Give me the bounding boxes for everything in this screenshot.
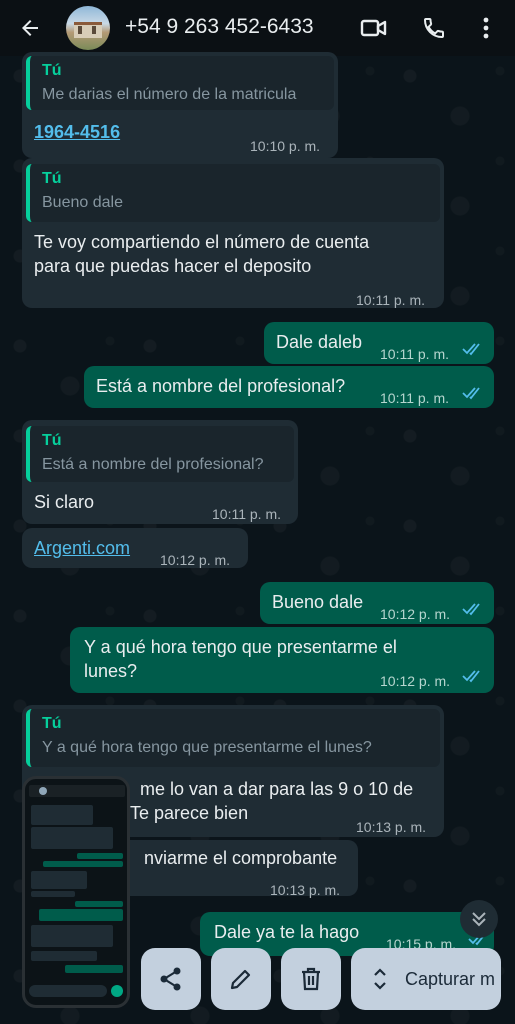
more-vert-icon[interactable]	[472, 14, 500, 42]
message-time: 10:12 p. m.	[380, 673, 451, 689]
message-text: Bueno dale	[272, 592, 364, 612]
message-time: 10:11 p. m.	[212, 506, 282, 522]
read-ticks-icon	[462, 343, 480, 356]
quote-text: Me darias el número de la matricula	[42, 86, 297, 103]
quote-text: Bueno dale	[42, 194, 123, 211]
delete-button[interactable]	[281, 948, 341, 1010]
phone-number-link[interactable]: 1964-4516	[34, 120, 120, 144]
quote-text: Está a nombre del profesional?	[42, 456, 264, 473]
message-time: 10:13 p. m.	[356, 819, 427, 835]
quoted-message[interactable]: Tú Está a nombre del profesional?	[26, 426, 294, 482]
message-text: Te parece bien	[130, 803, 249, 823]
message-incoming[interactable]: Tú Bueno dale Te voy compartiendo el núm…	[22, 158, 444, 308]
message-time: 10:11 p. m.	[380, 390, 450, 406]
message-outgoing[interactable]: Y a qué hora tengo que presentarme el lu…	[70, 627, 494, 693]
message-time: 10:12 p. m.	[160, 552, 231, 568]
message-time: 10:12 p. m.	[380, 606, 451, 622]
quote-author: Tú	[42, 170, 62, 187]
quoted-message[interactable]: Tú Me darias el número de la matricula	[26, 56, 334, 110]
message-text: para que puedas hacer el deposito	[34, 256, 312, 276]
contact-name[interactable]: +54 9 263 452-6433	[125, 15, 314, 39]
share-button[interactable]	[141, 948, 201, 1010]
screenshot-preview-thumbnail[interactable]	[22, 776, 130, 1008]
message-incoming[interactable]: Tú Está a nombre del profesional? Si cla…	[22, 420, 298, 524]
message-time: 10:11 p. m.	[380, 346, 450, 362]
capture-more-button[interactable]: Capturar m	[351, 948, 501, 1010]
phone-call-icon[interactable]	[420, 14, 448, 42]
message-outgoing[interactable]: Dale daleb 10:11 p. m.	[264, 322, 494, 364]
expand-vertical-icon	[374, 968, 386, 990]
message-outgoing[interactable]: Bueno dale 10:12 p. m.	[260, 582, 494, 624]
pencil-icon	[230, 969, 251, 990]
share-icon	[160, 967, 181, 991]
trash-icon	[302, 967, 320, 991]
message-outgoing[interactable]: Está a nombre del profesional? 10:11 p. …	[84, 366, 494, 408]
back-arrow-icon[interactable]	[16, 14, 44, 42]
message-text: Y a qué hora tengo que presentarme el	[84, 637, 397, 657]
quote-author: Tú	[42, 715, 62, 732]
quoted-message[interactable]: Tú Bueno dale	[26, 164, 440, 222]
message-text: Te voy compartiendo el número de cuenta	[34, 232, 370, 252]
read-ticks-icon	[462, 387, 480, 400]
quoted-message[interactable]: Tú Y a qué hora tengo que presentarme el…	[26, 709, 440, 767]
message-text: me lo van a dar para las 9 o 10 de	[140, 779, 414, 799]
message-incoming[interactable]: Argenti.com 10:12 p. m.	[22, 528, 248, 568]
message-time: 10:11 p. m.	[356, 292, 426, 308]
avatar[interactable]	[66, 6, 110, 50]
edit-button[interactable]	[211, 948, 271, 1010]
message-text: Está a nombre del profesional?	[96, 376, 346, 396]
message-text: Si claro	[34, 492, 95, 512]
message-text: Dale daleb	[276, 332, 363, 352]
read-ticks-icon	[462, 603, 480, 616]
quote-text: Y a qué hora tengo que presentarme el lu…	[42, 739, 372, 756]
chat-header: +54 9 263 452-6433	[0, 0, 515, 56]
read-ticks-icon	[462, 670, 480, 683]
capture-more-label: Capturar m	[405, 968, 496, 989]
scroll-to-bottom-button[interactable]	[460, 900, 498, 938]
message-time: 10:13 p. m.	[270, 882, 341, 898]
quote-author: Tú	[42, 432, 62, 449]
website-link[interactable]: Argenti.com	[34, 536, 130, 560]
message-text: nviarme el comprobante	[144, 848, 338, 868]
quote-author: Tú	[42, 62, 62, 79]
message-time: 10:10 p. m.	[250, 138, 321, 154]
message-incoming[interactable]: Tú Me darias el número de la matricula 1…	[22, 52, 338, 158]
double-chevron-down-icon	[472, 912, 486, 927]
video-call-icon[interactable]	[360, 14, 388, 42]
message-text: lunes?	[84, 661, 138, 681]
